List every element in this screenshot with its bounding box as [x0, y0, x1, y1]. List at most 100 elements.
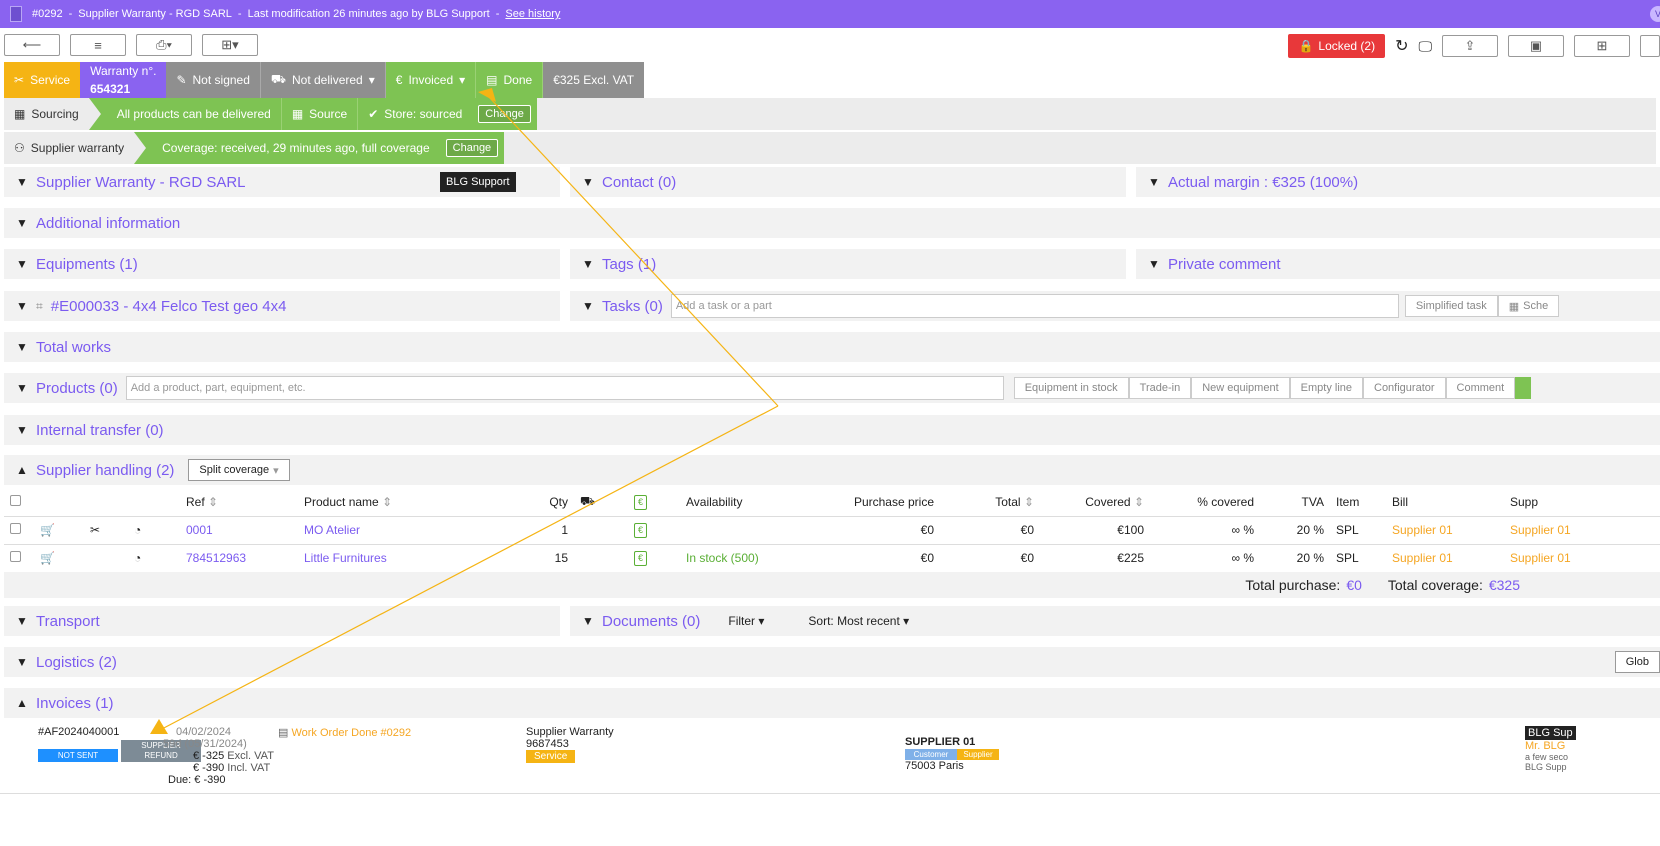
row-supp[interactable]: Supplier 01 [1504, 544, 1660, 573]
add-task-input[interactable]: Add a task or a part [670, 294, 1399, 318]
product-name-header[interactable]: Product name ⇕ [298, 488, 494, 517]
print-menu-button[interactable]: ⎙▾ [136, 34, 192, 56]
row-supp[interactable]: Supplier 01 [1504, 516, 1660, 545]
cart-icon[interactable]: 🛒 [40, 551, 55, 565]
row-product-name[interactable]: Little Furnitures [298, 544, 494, 573]
section-internal-transfer[interactable]: ▼ Internal transfer (0) [4, 415, 1660, 445]
cart-icon[interactable]: 🛒 [40, 523, 55, 537]
status-not-signed[interactable]: ✎ Not signed [166, 62, 261, 98]
coverage-change-button[interactable]: Change [445, 139, 499, 157]
sourcing-change-button[interactable]: Change [478, 105, 531, 123]
pie-chart-icon[interactable]: ◔ [134, 551, 141, 565]
supplier-name[interactable]: SUPPLIER 01 [905, 736, 999, 748]
title-bar: #0292 - Supplier Warranty - RGD SARL - L… [0, 0, 1660, 28]
refresh-icon[interactable]: ↻ [1395, 36, 1408, 56]
row-checkbox[interactable] [10, 523, 21, 534]
collapse-triangle-icon: ▼ [16, 340, 28, 354]
add-green-button[interactable] [1515, 377, 1532, 399]
ref-header[interactable]: Ref ⇕ [180, 488, 298, 517]
new-equipment-button[interactable]: New equipment [1191, 377, 1290, 399]
collapse-triangle-icon[interactable]: ▼ [582, 614, 594, 628]
collapse-triangle-icon[interactable]: ▼ [16, 381, 28, 395]
split-coverage-button[interactable]: Split coverage ▾ [188, 459, 290, 481]
invoice-row[interactable]: #AF2024040001 NOT SENT SUPPLIER REFUND 0… [0, 722, 1660, 794]
see-history-link[interactable]: See history [505, 8, 560, 20]
status-service-label: Service [30, 73, 71, 87]
row-ref[interactable]: 784512963 [180, 544, 298, 573]
monitor-icon[interactable]: 🖵 [1419, 38, 1433, 55]
row-ref[interactable]: 0001 [180, 516, 298, 545]
sort-icon: ⇕ [208, 494, 219, 509]
section-title[interactable]: Products (0) [36, 380, 118, 397]
section-title[interactable]: Logistics (2) [36, 654, 117, 671]
total-header[interactable]: Total ⇕ [940, 488, 1040, 517]
share-button[interactable]: ⇪ [1442, 35, 1498, 57]
list-button[interactable]: ≡ [70, 34, 126, 56]
expand-triangle-icon: ▲ [16, 696, 28, 710]
section-transport[interactable]: ▼ Transport [4, 606, 560, 636]
pie-chart-icon[interactable]: ◔ [134, 523, 141, 537]
comment-button[interactable]: Comment [1445, 377, 1516, 399]
row-product-name[interactable]: MO Atelier [298, 516, 494, 545]
row-bill[interactable]: Supplier 01 [1386, 544, 1504, 573]
global-button[interactable]: Glob [1614, 651, 1660, 673]
section-total-works[interactable]: ▼ Total works [4, 332, 1660, 362]
simplified-task-button[interactable]: Simplified task [1404, 295, 1498, 317]
collapse-triangle-icon: ▼ [16, 257, 28, 271]
duplicate-button[interactable]: ▣ [1508, 35, 1564, 57]
more-button[interactable] [1640, 35, 1660, 57]
structure-button[interactable]: ⊞ [1574, 35, 1630, 57]
collapse-triangle-icon: ▼ [16, 216, 28, 230]
add-product-input[interactable]: Add a product, part, equipment, etc. [125, 376, 1004, 400]
status-invoiced[interactable]: € Invoiced ▾ [385, 62, 477, 98]
sort-dropdown[interactable]: Sort: Most recent ▾ [808, 614, 909, 628]
back-button[interactable]: ⟵ [4, 34, 60, 56]
locked-button[interactable]: 🔒 Locked (2) [1288, 34, 1386, 58]
row-qty: 1 [494, 516, 574, 545]
status-not-delivered[interactable]: ⛟ Not delivered ▾ [260, 62, 386, 98]
collapse-triangle-icon[interactable]: ▼ [16, 655, 28, 669]
trade-in-button[interactable]: Trade-in [1128, 377, 1192, 399]
section-invoices[interactable]: ▲ Invoices (1) [4, 688, 1660, 718]
row-checkbox[interactable] [10, 551, 21, 562]
hierarchy-menu-button[interactable]: ⊞▾ [202, 34, 258, 56]
section-equipment-item[interactable]: ▼ ⌗ #E000033 - 4x4 Felco Test geo 4x4 [4, 291, 560, 321]
status-service[interactable]: ✂ Service [4, 62, 81, 98]
source-button[interactable]: ▦ Source [282, 98, 359, 130]
section-title: Internal transfer (0) [36, 421, 164, 439]
equipment-in-stock-button[interactable]: Equipment in stock [1013, 377, 1129, 399]
invoice-date: 04/02/2024 [176, 726, 232, 738]
empty-line-button[interactable]: Empty line [1289, 377, 1363, 399]
section-title[interactable]: Supplier handling (2) [36, 462, 174, 479]
section-private-comment[interactable]: ▼ Private comment [1136, 249, 1660, 279]
schedule-button[interactable]: ▦ Sche [1497, 295, 1560, 317]
section-contact[interactable]: ▼ Contact (0) [570, 167, 1126, 197]
status-warranty[interactable]: Warranty n°. 654321 [80, 62, 167, 98]
status-done[interactable]: ▤ Done [476, 62, 544, 98]
filter-dropdown[interactable]: Filter ▾ [728, 614, 764, 628]
print-icon: ⎙▾ [156, 37, 172, 52]
row-bill[interactable]: Supplier 01 [1386, 516, 1504, 545]
row-availability [680, 516, 830, 545]
supp-header: Supp [1504, 488, 1660, 517]
back-arrow-icon: ⟵ [22, 37, 42, 52]
user-avatar[interactable]: V [1650, 6, 1660, 22]
section-additional-info[interactable]: ▼ Additional information [4, 208, 1660, 238]
collapse-triangle-icon: ▼ [16, 299, 28, 313]
section-equipments[interactable]: ▼ Equipments (1) [4, 249, 560, 279]
covered-header[interactable]: Covered ⇕ [1040, 488, 1150, 517]
configurator-button[interactable]: Configurator [1363, 377, 1446, 399]
collapse-triangle-icon: ▼ [582, 175, 594, 189]
expand-triangle-icon[interactable]: ▲ [16, 463, 28, 477]
section-tags[interactable]: ▼ Tags (1) [570, 249, 1126, 279]
section-title[interactable]: Tasks (0) [602, 298, 663, 315]
work-order-link[interactable]: ▤ Work Order Done #0292 [278, 726, 411, 739]
collapse-triangle-icon[interactable]: ▼ [582, 299, 594, 313]
wrench-icon[interactable]: ✂ [90, 523, 100, 537]
section-title[interactable]: Documents (0) [602, 613, 700, 630]
select-all-checkbox[interactable] [10, 494, 21, 506]
user-name[interactable]: Mr. BLG [1525, 740, 1660, 752]
calculator-icon: ▤ [486, 73, 498, 87]
incl-label: Incl. VAT [227, 762, 271, 774]
section-actual-margin[interactable]: ▼ Actual margin : €325 (100%) [1136, 167, 1660, 197]
